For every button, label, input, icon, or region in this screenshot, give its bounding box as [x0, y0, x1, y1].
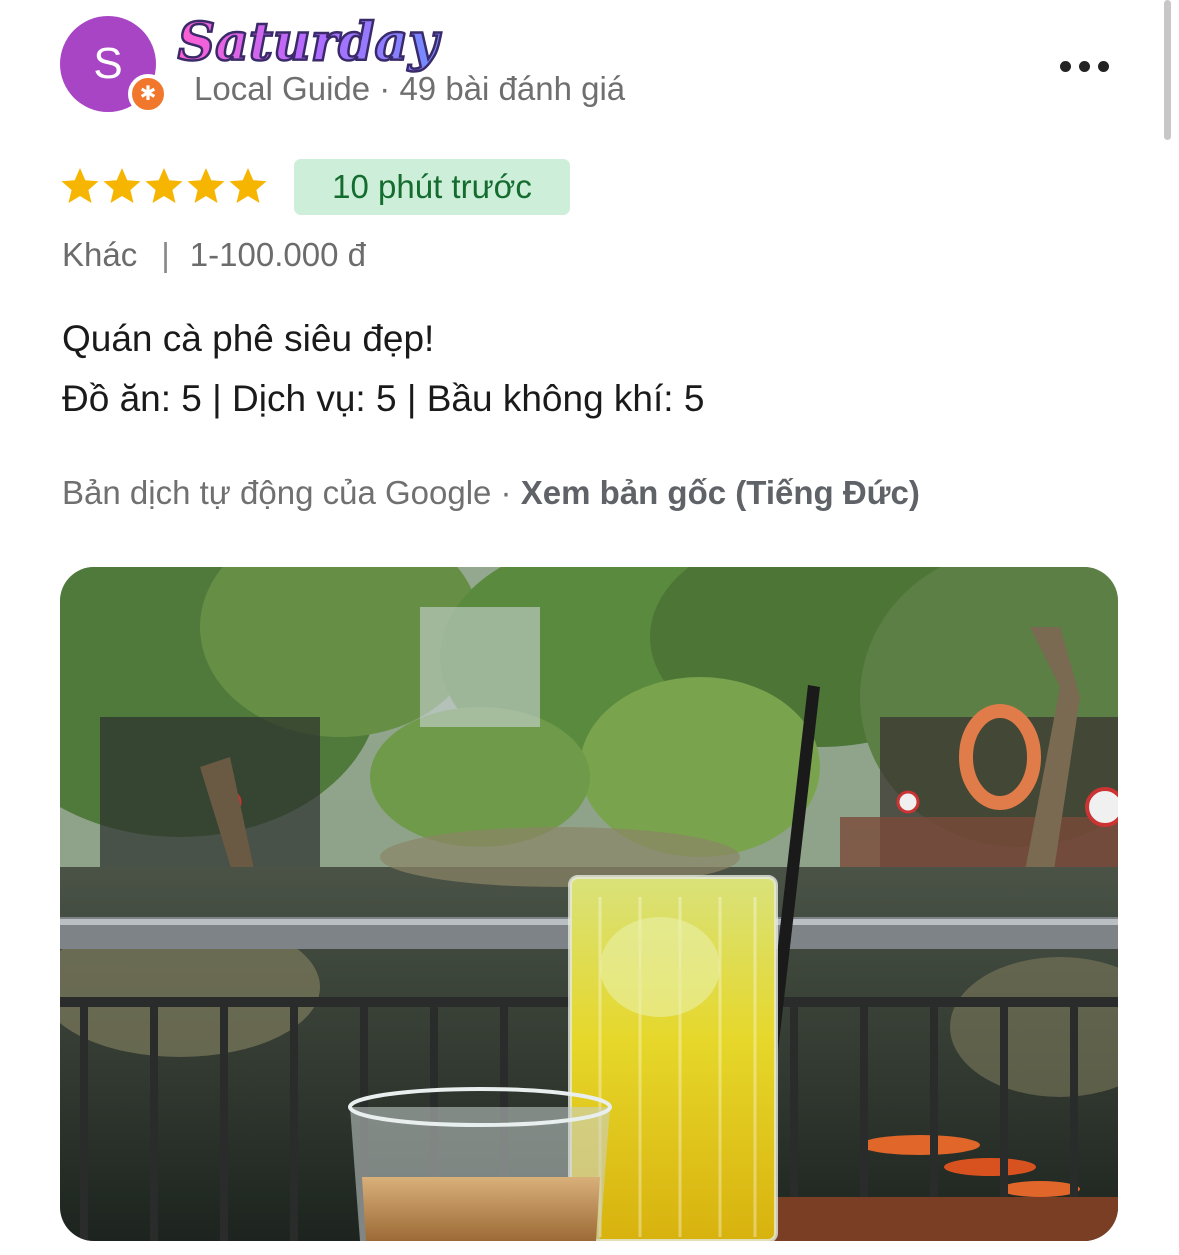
star-icon: [61, 168, 99, 203]
review-card: S ✱ Saturday Local Guide · 49 bài đánh g…: [0, 0, 1179, 1255]
review-photo[interactable]: [60, 567, 1118, 1241]
category-label: Khác: [62, 236, 138, 273]
translation-label: Bản dịch tự động của Google ·: [62, 474, 521, 511]
star-icon: [229, 168, 267, 203]
star-icon: [145, 168, 183, 203]
review-text-line-2: Đồ ăn: 5 | Dịch vụ: 5 | Bầu không khí: 5: [62, 378, 705, 419]
time-badge: 10 phút trước: [294, 159, 570, 215]
review-meta: Khác | 1-100.000 đ: [62, 236, 366, 274]
reviewer-subline: Local Guide · 49 bài đánh giá: [194, 70, 626, 107]
star-icon: [187, 168, 225, 203]
avatar-initial: S: [93, 39, 123, 88]
translation-note: Bản dịch tự động của Google · Xem bản gố…: [62, 474, 920, 512]
review-text-line-1: Quán cà phê siêu đẹp!: [62, 318, 435, 359]
price-range: 1-100.000 đ: [189, 236, 366, 273]
scrollbar[interactable]: [1164, 0, 1171, 140]
star-rating: [60, 166, 268, 206]
meta-separator: |: [161, 236, 170, 273]
star-icon: [103, 168, 141, 203]
more-horizontal-icon[interactable]: [1052, 54, 1116, 78]
reviewer-name: Saturday: [178, 12, 443, 73]
see-original-link[interactable]: Xem bản gốc (Tiếng Đức): [521, 474, 920, 511]
